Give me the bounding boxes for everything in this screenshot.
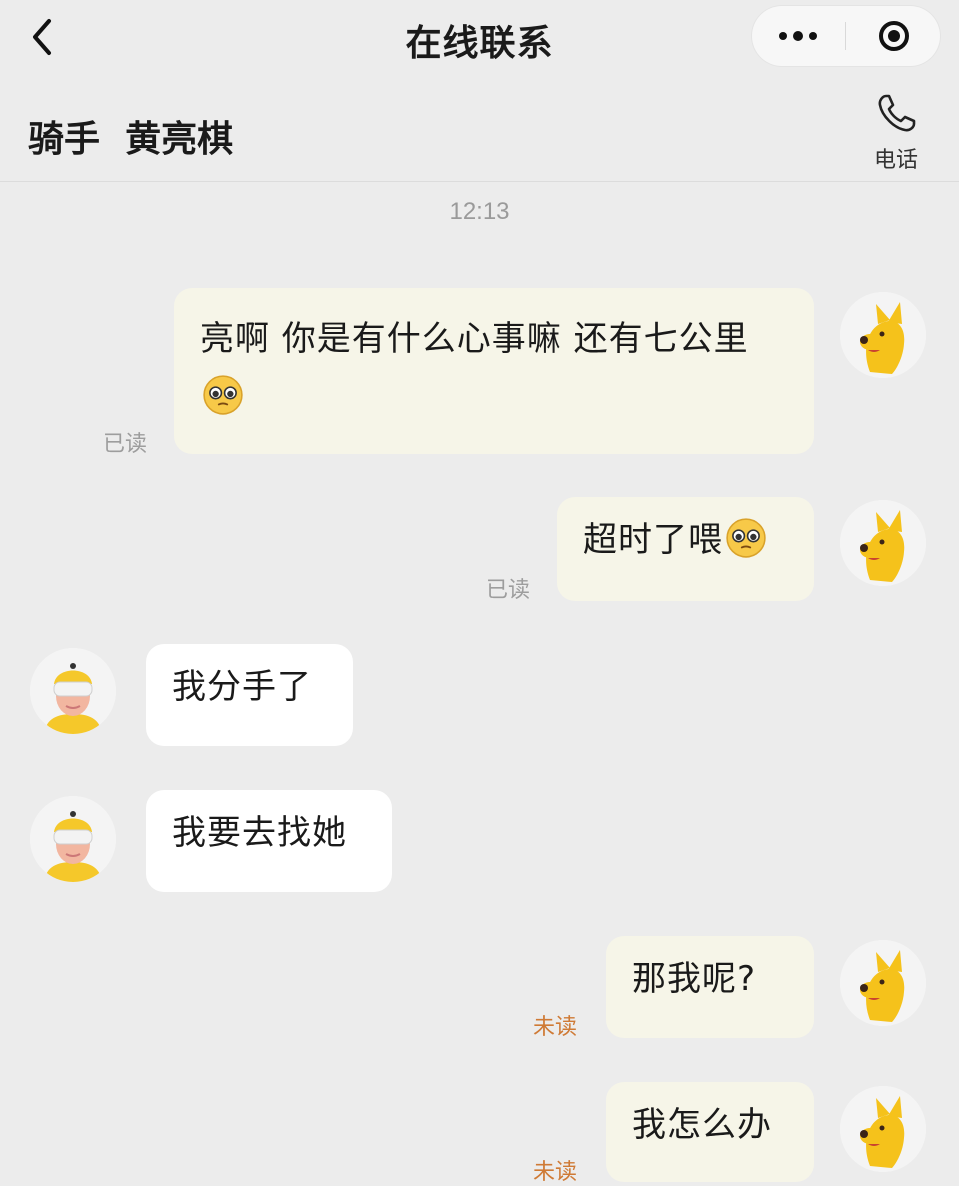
message-bubble-incoming[interactable]: 我分手了 bbox=[146, 644, 353, 746]
message-text: 我要去找她 bbox=[172, 813, 347, 853]
phone-icon bbox=[878, 94, 916, 132]
message-text: 我分手了 bbox=[172, 667, 312, 707]
yellow-dog-avatar-icon bbox=[840, 1086, 926, 1172]
nav-bar: 在线联系 bbox=[0, 0, 959, 78]
yellow-dog-avatar-icon bbox=[840, 500, 926, 586]
yellow-dog-avatar-icon bbox=[840, 940, 926, 1026]
phone-button[interactable]: 电话 bbox=[862, 92, 930, 176]
rider-avatar-icon bbox=[30, 648, 116, 734]
rider-avatar[interactable] bbox=[30, 648, 116, 734]
pleading-face-icon bbox=[726, 518, 766, 558]
message-bubble-outgoing[interactable]: 那我呢? bbox=[606, 936, 814, 1038]
message-bubble-outgoing[interactable]: 亮啊 你是有什么心事嘛 还有七公里 bbox=[174, 288, 814, 454]
unread-status: 未读 bbox=[533, 1015, 578, 1040]
mini-program-capsule bbox=[752, 6, 940, 66]
message-text: 我怎么办 bbox=[632, 1105, 772, 1145]
rider-avatar-icon bbox=[30, 796, 116, 882]
user-avatar[interactable] bbox=[840, 1086, 926, 1172]
message-text: 那我呢? bbox=[632, 959, 757, 999]
message-text: 亮啊 你是有什么心事嘛 还有七公里 bbox=[200, 319, 749, 359]
pleading-face-icon bbox=[203, 375, 243, 415]
more-button[interactable] bbox=[752, 6, 844, 66]
close-mini-program-button[interactable] bbox=[848, 6, 940, 66]
user-avatar[interactable] bbox=[840, 292, 926, 378]
yellow-dog-avatar-icon bbox=[840, 292, 926, 378]
user-avatar[interactable] bbox=[840, 500, 926, 586]
target-icon bbox=[879, 21, 909, 51]
chat-timestamp: 12:13 bbox=[449, 198, 510, 225]
user-avatar[interactable] bbox=[840, 940, 926, 1026]
unread-status: 未读 bbox=[533, 1160, 578, 1185]
read-status: 已读 bbox=[103, 432, 148, 457]
message-bubble-incoming[interactable]: 我要去找她 bbox=[146, 790, 392, 892]
more-icon bbox=[779, 30, 817, 41]
message-text: 超时了喂 bbox=[583, 520, 723, 560]
capsule-divider bbox=[845, 22, 846, 50]
rider-name: 骑手 黄亮棋 bbox=[28, 119, 234, 160]
message-bubble-outgoing[interactable]: 我怎么办 bbox=[606, 1082, 814, 1182]
phone-label: 电话 bbox=[873, 148, 918, 173]
message-bubble-outgoing[interactable]: 超时了喂 bbox=[557, 497, 814, 601]
rider-avatar[interactable] bbox=[30, 796, 116, 882]
read-status: 已读 bbox=[486, 578, 531, 603]
chat-header: 骑手 黄亮棋 电话 bbox=[0, 78, 959, 182]
